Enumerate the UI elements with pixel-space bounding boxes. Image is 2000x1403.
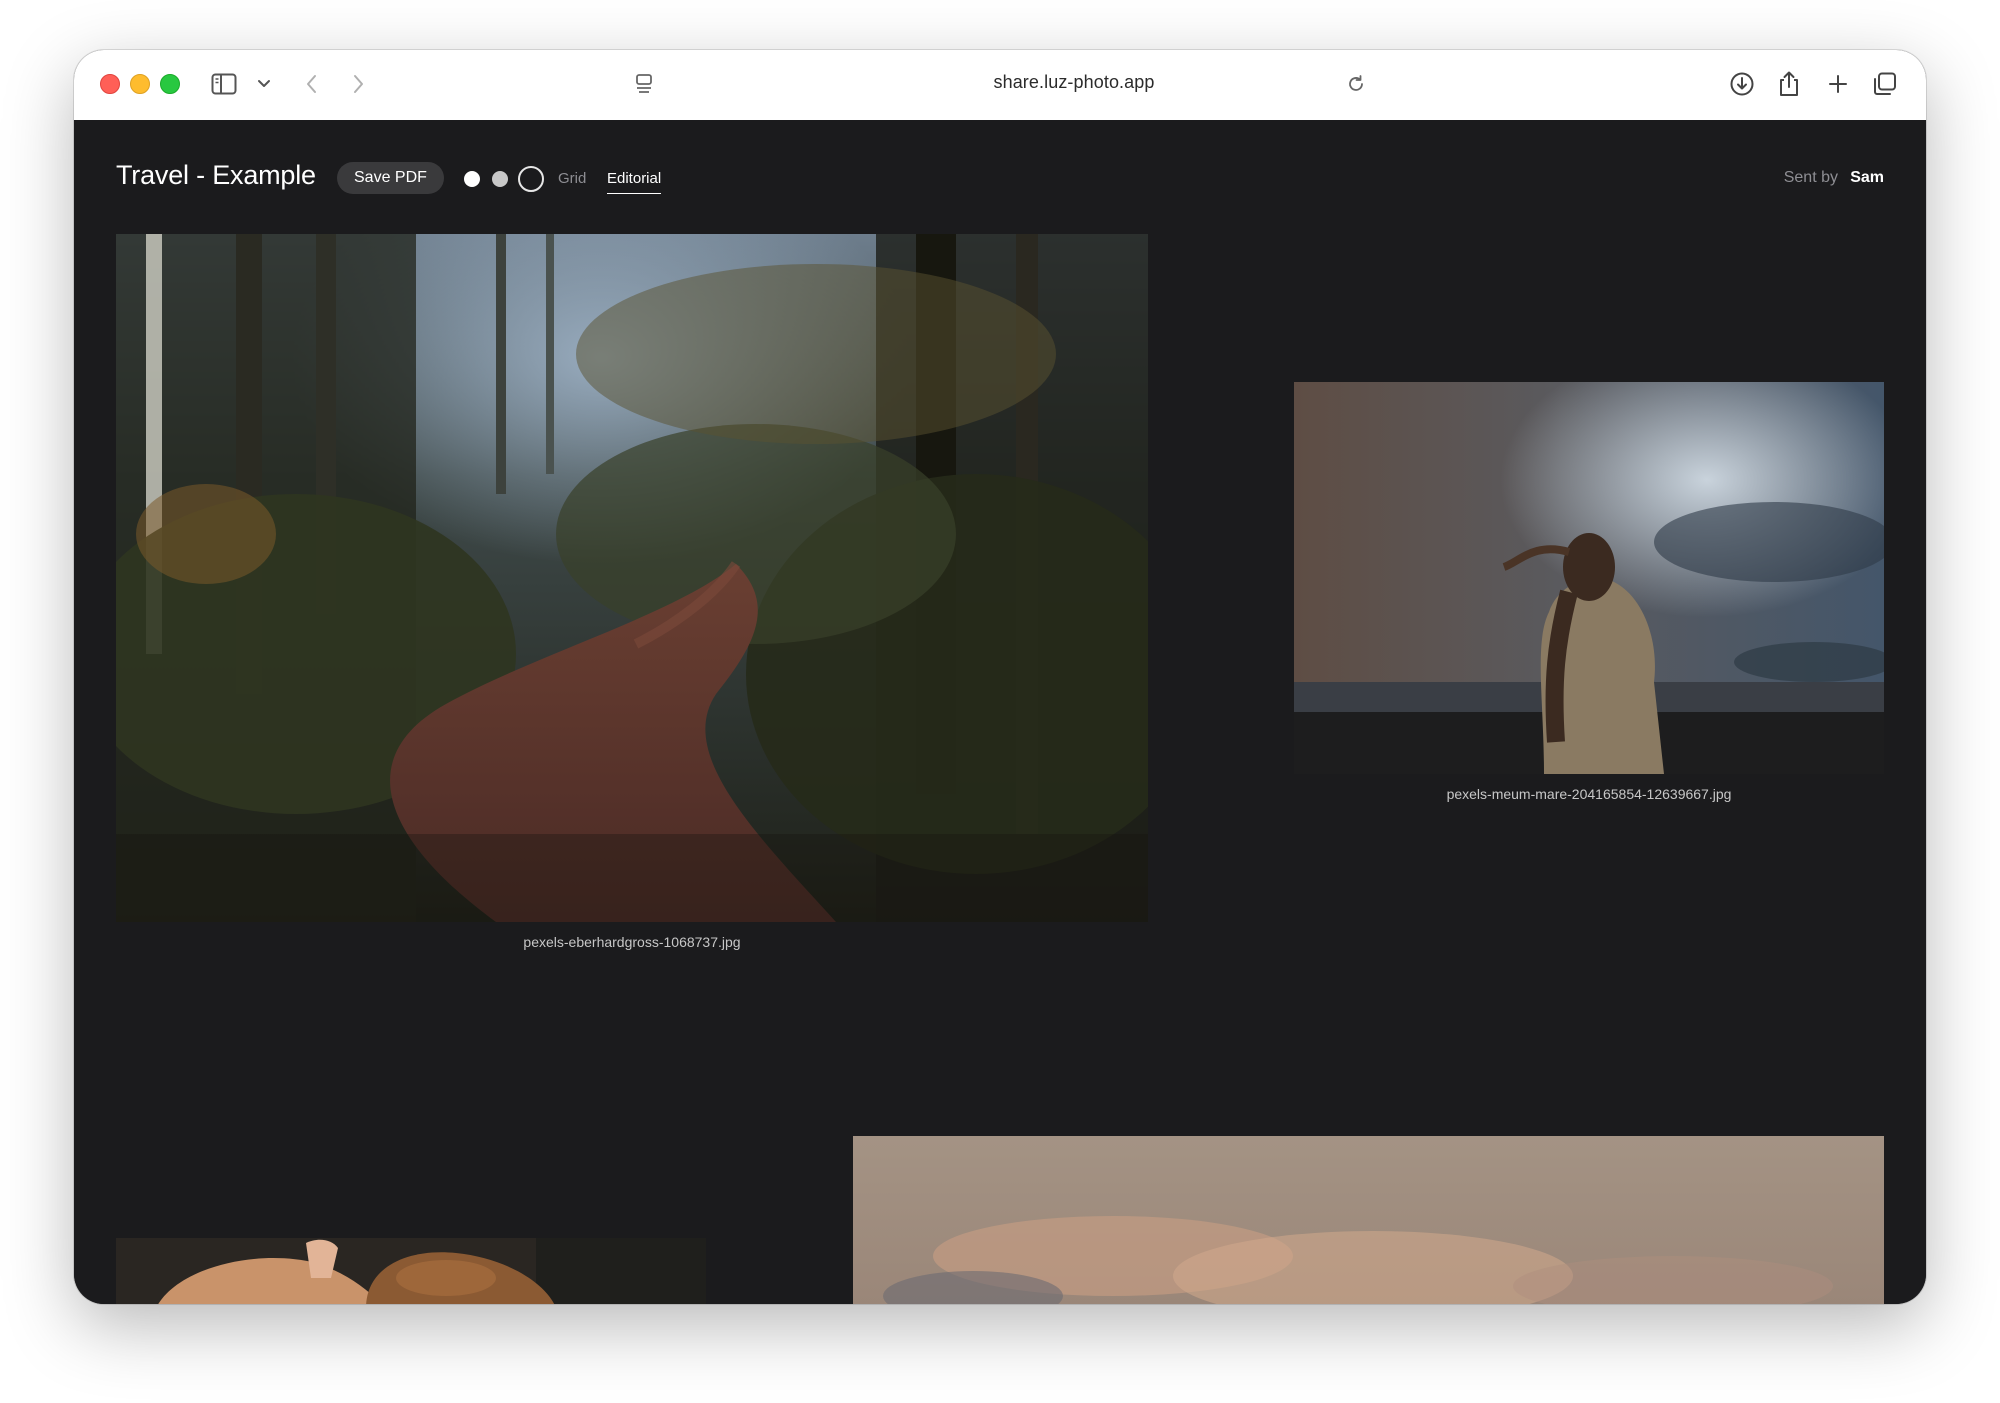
photo-hazy-sky[interactable] [853, 1136, 1884, 1304]
close-window-button[interactable] [100, 74, 120, 94]
white-background-option[interactable] [464, 171, 480, 187]
photo-forest-path[interactable] [116, 234, 1148, 922]
gallery-page: Travel - Example Save PDF Grid Editorial… [74, 120, 1926, 1304]
photo-caption: pexels-meum-mare-204165854-12639667.jpg [1446, 786, 1732, 802]
page-title: Travel - Example [116, 160, 316, 190]
chevron-left-icon[interactable] [298, 70, 326, 98]
dark-background-option[interactable] [518, 166, 544, 192]
tab-grid[interactable]: Grid [558, 170, 586, 187]
zoom-window-button[interactable] [160, 74, 180, 94]
share-icon[interactable] [1775, 70, 1803, 98]
plus-icon[interactable] [1824, 70, 1852, 98]
tab-editorial[interactable]: Editorial [607, 170, 662, 194]
sidebar-icon[interactable] [210, 70, 238, 98]
reload-icon[interactable] [1342, 70, 1370, 98]
browser-toolbar: share.luz-photo.app [74, 50, 1926, 121]
address-bar[interactable]: share.luz-photo.app [774, 72, 1374, 93]
tabs-overview-icon[interactable] [1871, 70, 1899, 98]
sender-name: Sam [1850, 169, 1884, 186]
save-pdf-button[interactable]: Save PDF [337, 162, 444, 194]
photo-caption: pexels-eberhardgross-1068737.jpg [523, 934, 741, 950]
sent-by-label: Sent by [1783, 169, 1838, 186]
photo-woman-sea[interactable] [1294, 382, 1884, 774]
grey-background-option[interactable] [492, 171, 508, 187]
reader-icon[interactable] [630, 70, 658, 98]
minimize-window-button[interactable] [130, 74, 150, 94]
browser-window: share.luz-photo.app Travel - Example Sav… [74, 50, 1926, 1304]
download-icon[interactable] [1728, 70, 1756, 98]
chevron-right-icon[interactable] [344, 70, 372, 98]
chevron-down-icon[interactable] [250, 70, 278, 98]
photo-hands-bread[interactable] [116, 1238, 706, 1304]
